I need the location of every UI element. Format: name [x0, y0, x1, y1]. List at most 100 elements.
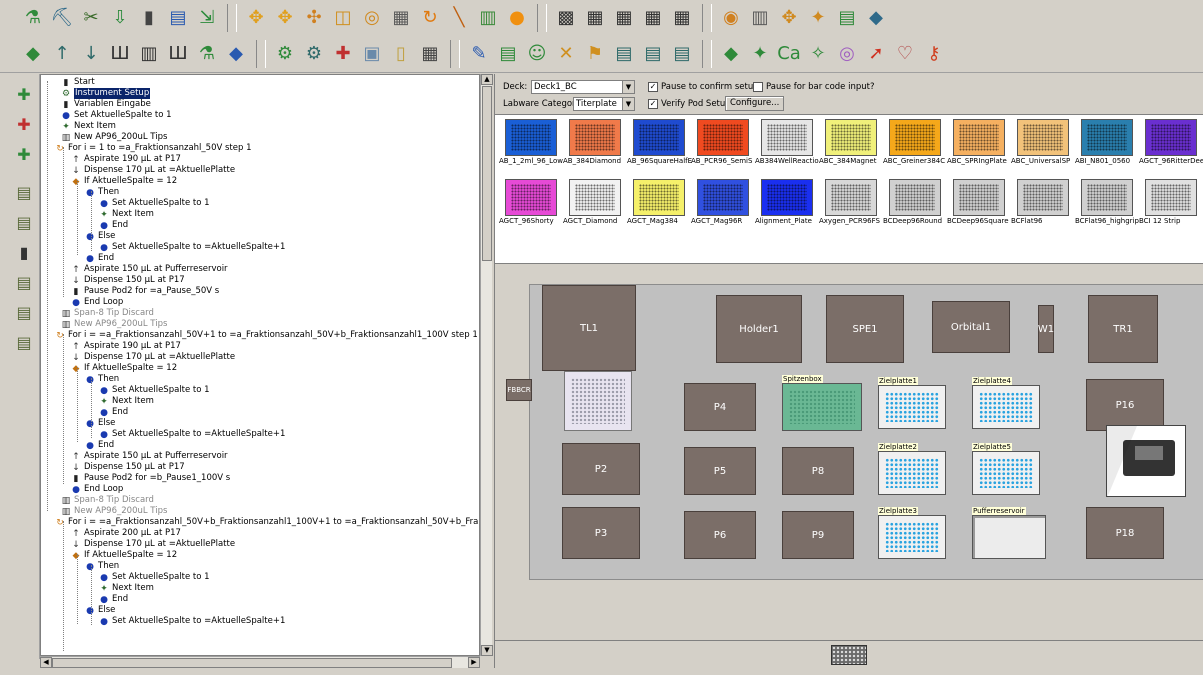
tree-node[interactable]: ● Else — [85, 418, 115, 429]
labware-palette-item[interactable]: AB_1_2ml_96_Low — [499, 117, 563, 169]
tip-unload-icon[interactable]: ✂ — [78, 4, 104, 32]
tree-node[interactable]: ▮ Pause Pod2 for =a_Pause_50V s — [71, 286, 220, 297]
pause-barcode-checkbox[interactable] — [753, 82, 763, 92]
scroll-thumb[interactable] — [482, 86, 492, 261]
labware-zielplatte1[interactable]: Zielplatte1 — [878, 377, 946, 429]
cal-icon[interactable]: Ca — [776, 40, 802, 68]
labware-palette-item[interactable]: AGCT_Mag96R — [691, 177, 753, 229]
orbital-icon[interactable]: ◎ — [359, 4, 385, 32]
reader2-icon[interactable]: ▤ — [611, 40, 637, 68]
labware-palette-item[interactable]: AGCT_96Shorty — [499, 177, 561, 229]
labware-palette-item[interactable]: Axygen_PCR96FS — [819, 177, 881, 229]
tree-node[interactable]: ● End — [99, 594, 128, 605]
slot-p9[interactable]: P9 — [782, 511, 854, 559]
tree-node[interactable]: ● Set AktuelleSpalte to =AktuelleSpalte+1 — [99, 616, 285, 627]
scan3-icon[interactable]: ✧ — [805, 40, 831, 68]
multichannel-icon[interactable]: Ш — [107, 40, 133, 68]
slot-holder1[interactable]: Holder1 — [716, 295, 802, 363]
probe-icon[interactable]: ╲ — [446, 4, 472, 32]
scroll-right-icon[interactable]: ▶ — [468, 657, 480, 668]
tree-node[interactable]: ◆ If AktuelleSpalte = 12 — [71, 363, 178, 374]
move-icon[interactable]: ⇲ — [194, 4, 220, 32]
gripper3-icon[interactable]: ✣ — [301, 4, 327, 32]
tree-node[interactable]: ✦ Next Item — [99, 583, 154, 594]
robot2-icon[interactable]: ⚙ — [301, 40, 327, 68]
tip-load-icon[interactable]: ⛏ — [49, 4, 75, 32]
tree-node[interactable]: ↻ For i = 1 to =a_Fraktionsanzahl_50V ste… — [55, 143, 251, 154]
user-icon[interactable]: ☺ — [524, 40, 550, 68]
tree-node[interactable]: ↻ For i = =a_Fraktionsanzahl_50V+1 to =a_… — [55, 330, 478, 341]
tree-node[interactable]: ▥ New AP96_200uL Tips — [61, 132, 168, 143]
tree-node[interactable]: ● Else — [85, 231, 115, 242]
tree-horizontal-scrollbar[interactable]: ◀ ▶ — [40, 656, 480, 668]
tree-node[interactable]: ● End — [99, 407, 128, 418]
labware-palette-item[interactable]: ABI_N801_0560 — [1075, 117, 1137, 169]
chevron-down-icon[interactable]: ▼ — [622, 81, 634, 93]
slot-w1[interactable]: W1 — [1038, 305, 1054, 353]
comment-icon[interactable]: ▤ — [165, 4, 191, 32]
reader-panel-icon[interactable]: ▤ — [11, 180, 37, 204]
slot-p8[interactable]: P8 — [782, 447, 854, 495]
wells-icon[interactable]: ▦ — [582, 4, 608, 32]
tree-node[interactable]: ● Else — [85, 605, 115, 616]
slot-p6[interactable]: P6 — [684, 511, 756, 559]
xml-icon[interactable]: ✕ — [553, 40, 579, 68]
labware-zielplatte3[interactable]: Zielplatte3 — [878, 507, 946, 559]
tree-node[interactable]: ◆ If AktuelleSpalte = 12 — [71, 176, 178, 187]
tree-node[interactable]: ● Set AktuelleSpalte to 1 — [99, 572, 210, 583]
robot4-icon[interactable]: ▣ — [359, 40, 385, 68]
device-image[interactable] — [1106, 425, 1186, 498]
flag-icon[interactable]: ⚑ — [582, 40, 608, 68]
slot-p18[interactable]: P18 — [1086, 507, 1164, 559]
labware-palette-item[interactable]: ABC_384Magnet — [819, 117, 881, 169]
pause-setup-checkbox[interactable]: ✓ — [648, 82, 658, 92]
labware-palette-item[interactable]: Alignment_Plate — [755, 177, 817, 229]
robot3-icon[interactable]: ✚ — [330, 40, 356, 68]
labware-palette-item[interactable]: BCDeep96Square — [947, 177, 1009, 229]
labware-palette-item[interactable]: AGCT_96RitterDee — [1139, 117, 1203, 169]
reader-panel2-icon[interactable]: ▤ — [11, 210, 37, 234]
slot-p3[interactable]: P3 — [562, 507, 640, 559]
deck-select[interactable]: Deck1_BC ▼ — [531, 80, 635, 94]
labware-zielplatte4[interactable]: Zielplatte4 — [972, 377, 1040, 429]
tree-node[interactable]: ▮ Start — [61, 77, 95, 88]
method-icon[interactable]: ▩ — [553, 4, 579, 32]
key-icon[interactable]: ⚷ — [921, 40, 947, 68]
scroll-up-icon[interactable]: ▲ — [481, 74, 493, 85]
labware-palette-item[interactable]: ABC_SPRIngPlate — [947, 117, 1009, 169]
shaker-icon[interactable]: ◫ — [330, 4, 356, 32]
span8-icon[interactable]: ▥ — [136, 40, 162, 68]
tree-node[interactable]: ▥ Span-8 Tip Discard — [61, 308, 154, 319]
tree-node[interactable]: ▮ Variablen Eingabe — [61, 99, 151, 110]
category-select[interactable]: Titerplate ▼ — [573, 97, 635, 111]
tipbox-tl1[interactable] — [564, 371, 632, 431]
tree-node[interactable]: ↑ Aspirate 150 µL at Pufferreservoir — [71, 264, 227, 275]
reader3-icon[interactable]: ▤ — [640, 40, 666, 68]
instrument-icon[interactable]: ✚ — [11, 82, 37, 106]
globe-icon[interactable]: ◎ — [834, 40, 860, 68]
heart-icon[interactable]: ♡ — [892, 40, 918, 68]
reader-icon[interactable]: ▤ — [495, 40, 521, 68]
status-icon[interactable]: ▮ — [11, 240, 37, 264]
slot-tl1[interactable]: TL1 — [542, 285, 636, 371]
tree-node[interactable]: ● End — [85, 440, 114, 451]
labware-zielplatte5[interactable]: Zielplatte5 — [972, 443, 1040, 495]
scan-icon[interactable]: ◆ — [718, 40, 744, 68]
slot-spe1[interactable]: SPE1 — [826, 295, 904, 363]
tree-node[interactable]: ● Set AktuelleSpalte to 1 — [61, 110, 172, 121]
device1-icon[interactable]: ◉ — [718, 4, 744, 32]
tree-node[interactable]: ● Set AktuelleSpalte to =AktuelleSpalte+1 — [99, 429, 285, 440]
reader-panel4-icon[interactable]: ▤ — [11, 300, 37, 324]
slot-tr1[interactable]: TR1 — [1088, 295, 1158, 363]
labware-zielplatte2[interactable]: Zielplatte2 — [878, 443, 946, 495]
tree-node[interactable]: ↑ Aspirate 150 µL at Pufferreservoir — [71, 451, 227, 462]
labware-icon[interactable]: ◆ — [20, 40, 46, 68]
robot6-icon[interactable]: ▦ — [417, 40, 443, 68]
tree-node[interactable]: ⚙ Instrument Setup — [61, 88, 151, 99]
heater-icon[interactable]: ▦ — [388, 4, 414, 32]
tree-node[interactable]: ◆ If AktuelleSpalte = 12 — [71, 550, 178, 561]
reader-panel3-icon[interactable]: ▤ — [11, 270, 37, 294]
pipet-setup-icon[interactable]: ✚ — [11, 142, 37, 166]
arrow-icon[interactable]: ➚ — [863, 40, 889, 68]
labware-palette-item[interactable]: AB_96SquareHalfE — [627, 117, 692, 169]
